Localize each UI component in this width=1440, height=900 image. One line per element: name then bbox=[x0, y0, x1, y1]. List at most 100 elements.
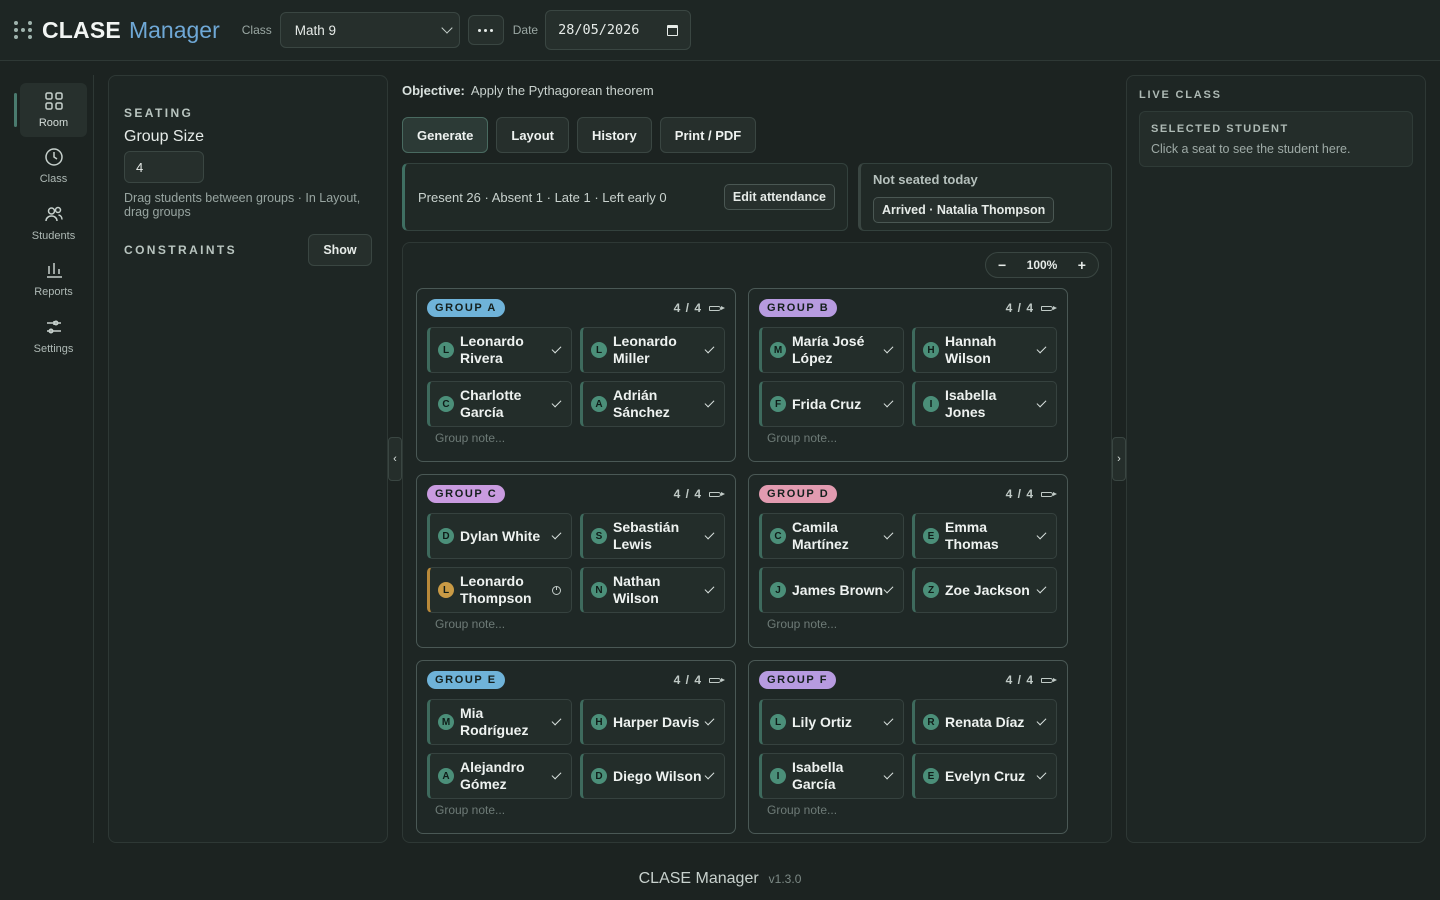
student-seat[interactable]: A Alejandro Gómez bbox=[427, 753, 572, 799]
group-note-input[interactable]: Group note... bbox=[435, 431, 505, 445]
student-avatar: N bbox=[591, 582, 607, 598]
check-icon[interactable] bbox=[704, 583, 715, 594]
app-header: CLASE Manager Class Math 9 Date 28/05/20… bbox=[0, 0, 1440, 61]
student-seat[interactable]: H Harper Davis bbox=[580, 699, 725, 745]
check-icon[interactable] bbox=[883, 397, 894, 408]
check-icon[interactable] bbox=[704, 769, 715, 780]
collapse-right-button[interactable]: › bbox=[1112, 437, 1126, 481]
student-seat[interactable]: E Evelyn Cruz bbox=[912, 753, 1057, 799]
student-seat[interactable]: S Sebastián Lewis bbox=[580, 513, 725, 559]
class-select[interactable]: Math 9 bbox=[279, 12, 460, 48]
constraints-row: CONSTRAINTS Show bbox=[124, 234, 372, 266]
edit-pencil-icon[interactable] bbox=[709, 677, 725, 683]
check-icon[interactable] bbox=[551, 397, 562, 408]
late-clock-icon[interactable] bbox=[552, 585, 561, 595]
student-seat[interactable]: J James Brown bbox=[759, 567, 904, 613]
calendar-icon[interactable] bbox=[667, 24, 679, 36]
student-avatar: L bbox=[438, 582, 454, 598]
collapse-left-button[interactable]: ‹ bbox=[388, 437, 402, 481]
group-note-input[interactable]: Group note... bbox=[767, 431, 837, 445]
check-icon[interactable] bbox=[1036, 529, 1047, 540]
check-icon[interactable] bbox=[883, 343, 894, 354]
group-size-input[interactable]: 4 bbox=[124, 151, 204, 183]
show-constraints-button[interactable]: Show bbox=[308, 234, 372, 266]
student-seat[interactable]: E Emma Thomas bbox=[912, 513, 1057, 559]
check-icon[interactable] bbox=[551, 769, 562, 780]
student-name: Harper Davis bbox=[613, 713, 700, 730]
student-seat[interactable]: N Nathan Wilson bbox=[580, 567, 725, 613]
group-note-input[interactable]: Group note... bbox=[435, 617, 505, 631]
edit-attendance-button[interactable]: Edit attendance bbox=[723, 184, 835, 210]
edit-pencil-icon[interactable] bbox=[1041, 491, 1057, 497]
nav-item-settings[interactable]: Settings bbox=[20, 309, 87, 363]
check-icon[interactable] bbox=[1036, 715, 1047, 726]
check-icon[interactable] bbox=[1036, 343, 1047, 354]
check-icon[interactable] bbox=[704, 529, 715, 540]
group-card[interactable]: GROUP E 4 / 4 M Mia Rodríguez H Harper Davis A… bbox=[416, 660, 736, 834]
student-seat[interactable]: Z Zoe Jackson bbox=[912, 567, 1057, 613]
check-icon[interactable] bbox=[551, 343, 562, 354]
check-icon[interactable] bbox=[551, 715, 562, 726]
edit-pencil-icon[interactable] bbox=[1041, 677, 1057, 683]
student-seat[interactable]: I Isabella García bbox=[759, 753, 904, 799]
generate-button[interactable]: Generate bbox=[402, 117, 489, 153]
check-icon[interactable] bbox=[704, 397, 715, 408]
group-card[interactable]: GROUP F 4 / 4 L Lily Ortiz R Renata Díaz I Isab… bbox=[748, 660, 1068, 834]
footer-app-name: CLASE Manager bbox=[638, 870, 759, 887]
check-icon[interactable] bbox=[1036, 769, 1047, 780]
student-seat[interactable]: L Leonardo Miller bbox=[580, 327, 725, 373]
student-seat[interactable]: D Dylan White bbox=[427, 513, 572, 559]
history-button[interactable]: History bbox=[577, 117, 652, 153]
group-card[interactable]: GROUP C 4 / 4 D Dylan White S Sebastián Lewis… bbox=[416, 474, 736, 648]
student-seat[interactable]: L Leonardo Thompson bbox=[427, 567, 572, 613]
nav-item-class[interactable]: Class bbox=[20, 139, 87, 193]
attendance-text: Present 26 · Absent 1 · Late 1 · Left ea… bbox=[418, 189, 667, 205]
student-seat[interactable]: D Diego Wilson bbox=[580, 753, 725, 799]
student-avatar: F bbox=[770, 396, 786, 412]
student-seat[interactable]: M María José López bbox=[759, 327, 904, 373]
group-card[interactable]: GROUP B 4 / 4 M María José López H Hannah Wil… bbox=[748, 288, 1068, 462]
group-note-input[interactable]: Group note... bbox=[767, 803, 837, 817]
check-icon[interactable] bbox=[704, 715, 715, 726]
zoom-in-button[interactable]: + bbox=[1078, 257, 1086, 273]
group-note-input[interactable]: Group note... bbox=[435, 803, 505, 817]
student-avatar: D bbox=[591, 768, 607, 784]
student-seat[interactable]: H Hannah Wilson bbox=[912, 327, 1057, 373]
print-pdf-button[interactable]: Print / PDF bbox=[659, 117, 757, 153]
check-icon[interactable] bbox=[883, 529, 894, 540]
not-seated-student-chip[interactable]: Arrived · Natalia Thompson bbox=[873, 197, 1055, 223]
more-options-button[interactable] bbox=[467, 15, 504, 45]
edit-pencil-icon[interactable] bbox=[709, 305, 725, 311]
student-seat[interactable]: L Leonardo Rivera bbox=[427, 327, 572, 373]
check-icon[interactable] bbox=[1036, 583, 1047, 594]
group-card[interactable]: GROUP A 4 / 4 L Leonardo Rivera L Leonardo Mi… bbox=[416, 288, 736, 462]
student-seat[interactable]: L Lily Ortiz bbox=[759, 699, 904, 745]
student-seat[interactable]: I Isabella Jones bbox=[912, 381, 1057, 427]
student-seat[interactable]: C Camila Martínez bbox=[759, 513, 904, 559]
date-input[interactable]: 28/05/2026 bbox=[545, 10, 692, 50]
edit-pencil-icon[interactable] bbox=[1041, 305, 1057, 311]
check-icon[interactable] bbox=[883, 583, 894, 594]
student-seat[interactable]: M Mia Rodríguez bbox=[427, 699, 572, 745]
group-note-input[interactable]: Group note... bbox=[767, 617, 837, 631]
check-icon[interactable] bbox=[883, 769, 894, 780]
check-icon[interactable] bbox=[551, 529, 562, 540]
student-seat[interactable]: C Charlotte García bbox=[427, 381, 572, 427]
student-seat[interactable]: R Renata Díaz bbox=[912, 699, 1057, 745]
nav-item-reports[interactable]: Reports bbox=[20, 252, 87, 306]
student-name: Charlotte García bbox=[460, 387, 522, 420]
check-icon[interactable] bbox=[704, 343, 715, 354]
group-card[interactable]: GROUP D 4 / 4 C Camila Martínez E Emma Thomas… bbox=[748, 474, 1068, 648]
layout-button[interactable]: Layout bbox=[496, 117, 569, 153]
student-name: James Brown bbox=[792, 581, 884, 598]
nav-item-label: Settings bbox=[33, 343, 74, 355]
zoom-out-button[interactable]: − bbox=[998, 257, 1006, 273]
check-icon[interactable] bbox=[1036, 397, 1047, 408]
student-avatar: A bbox=[438, 768, 454, 784]
edit-pencil-icon[interactable] bbox=[709, 491, 725, 497]
nav-item-room[interactable]: Room bbox=[14, 83, 87, 137]
check-icon[interactable] bbox=[883, 715, 894, 726]
student-seat[interactable]: A Adrián Sánchez bbox=[580, 381, 725, 427]
student-seat[interactable]: F Frida Cruz bbox=[759, 381, 904, 427]
nav-item-students[interactable]: Students bbox=[20, 196, 87, 250]
